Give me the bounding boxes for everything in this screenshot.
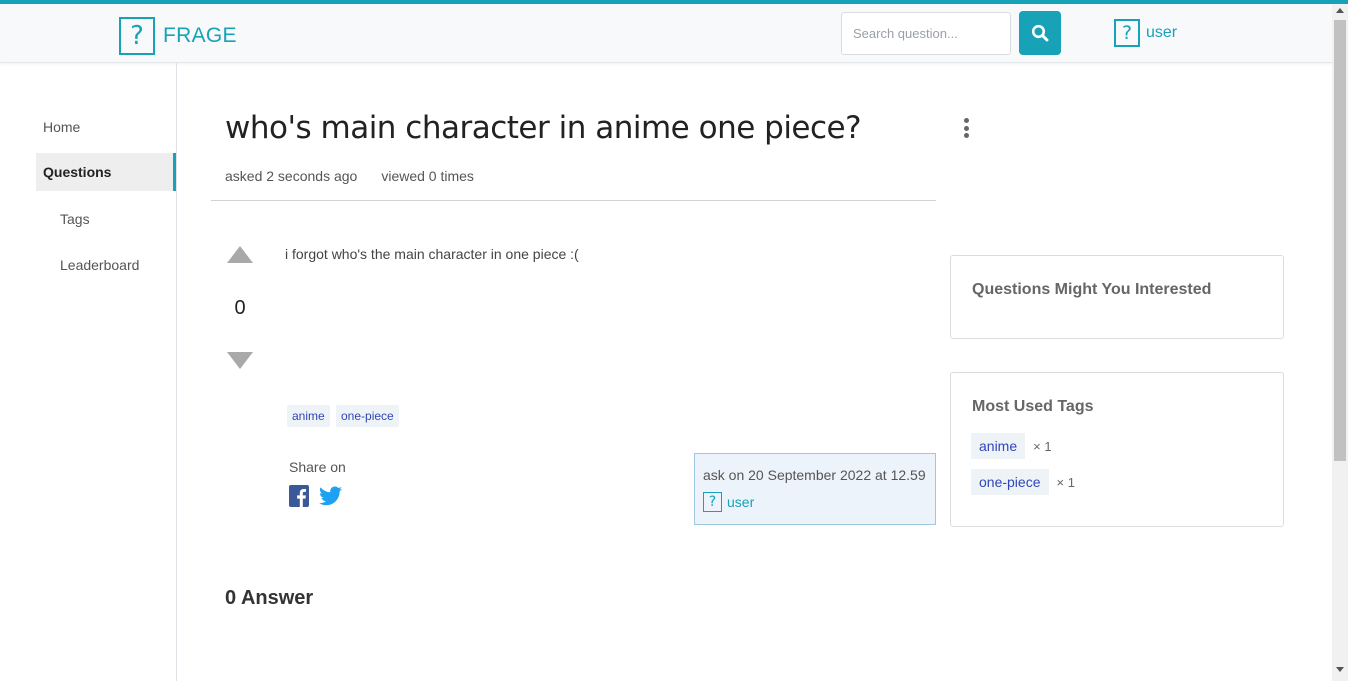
asker-card: ask on 20 September 2022 at 12.59 ? user xyxy=(694,453,936,525)
popular-tag-anime[interactable]: anime xyxy=(971,433,1026,459)
sidebar-item-home[interactable]: Home xyxy=(43,119,80,135)
tag-count: × 1 xyxy=(1056,474,1075,490)
search-icon xyxy=(1031,24,1049,42)
user-avatar-icon: ? xyxy=(1114,19,1140,47)
brand-link[interactable]: ? FRAGE xyxy=(119,17,237,55)
question-tag-anime[interactable]: anime xyxy=(287,405,330,427)
asker-user-link[interactable]: ? user xyxy=(703,492,935,512)
asker-avatar-icon: ? xyxy=(703,492,722,512)
question-tag-one-piece[interactable]: one-piece xyxy=(336,405,399,427)
more-options-icon[interactable] xyxy=(960,116,972,140)
user-name: user xyxy=(1146,24,1178,41)
answers-heading: 0 Answer xyxy=(225,587,314,609)
brand-name: FRAGE xyxy=(163,24,237,47)
list-item: one-piece × 1 xyxy=(971,469,1075,495)
twitter-icon[interactable] xyxy=(319,486,342,506)
tag-count: × 1 xyxy=(1033,438,1052,454)
downvote-arrow-icon[interactable] xyxy=(227,352,253,369)
facebook-icon[interactable] xyxy=(289,485,309,507)
search-button[interactable] xyxy=(1019,11,1061,55)
question-mark-logo-icon: ? xyxy=(119,17,155,55)
share-label: Share on xyxy=(289,459,346,475)
upvote-arrow-icon[interactable] xyxy=(227,246,253,263)
title-divider xyxy=(211,200,936,201)
sidebar-item-tags[interactable]: Tags xyxy=(60,211,90,227)
suggested-questions-title: Questions Might You Interested xyxy=(972,281,1212,298)
page-scrollbar[interactable] xyxy=(1332,4,1348,681)
list-item: anime × 1 xyxy=(971,433,1052,459)
suggested-questions-panel: Questions Might You Interested xyxy=(950,255,1284,339)
question-body: i forgot who's the main character in one… xyxy=(285,246,579,262)
sidebar-item-leaderboard[interactable]: Leaderboard xyxy=(60,257,139,273)
most-used-tags-title: Most Used Tags xyxy=(972,398,1094,415)
question-title: who's main character in anime one piece? xyxy=(225,110,862,146)
scroll-up-arrow-icon[interactable] xyxy=(1336,8,1344,13)
question-meta: asked 2 seconds ago viewed 0 times xyxy=(225,168,474,184)
search-input[interactable] xyxy=(841,12,1011,55)
view-count: viewed 0 times xyxy=(381,168,474,184)
top-navbar: ? FRAGE ? user xyxy=(0,4,1332,63)
most-used-tags-panel: Most Used Tags anime × 1 one-piece × 1 xyxy=(950,372,1284,527)
scroll-down-arrow-icon[interactable] xyxy=(1336,667,1344,672)
vote-count: 0 xyxy=(234,297,246,319)
popular-tag-one-piece[interactable]: one-piece xyxy=(971,469,1049,495)
scrollbar-thumb[interactable] xyxy=(1334,20,1346,461)
user-menu-link[interactable]: ? user xyxy=(1114,19,1177,47)
asker-name: user xyxy=(727,494,755,510)
sidebar-nav: Home Questions Tags Leaderboard xyxy=(0,63,177,681)
asked-time: asked 2 seconds ago xyxy=(225,168,358,184)
sidebar-item-questions[interactable]: Questions xyxy=(36,153,176,191)
ask-date: ask on 20 September 2022 at 12.59 xyxy=(703,467,926,483)
